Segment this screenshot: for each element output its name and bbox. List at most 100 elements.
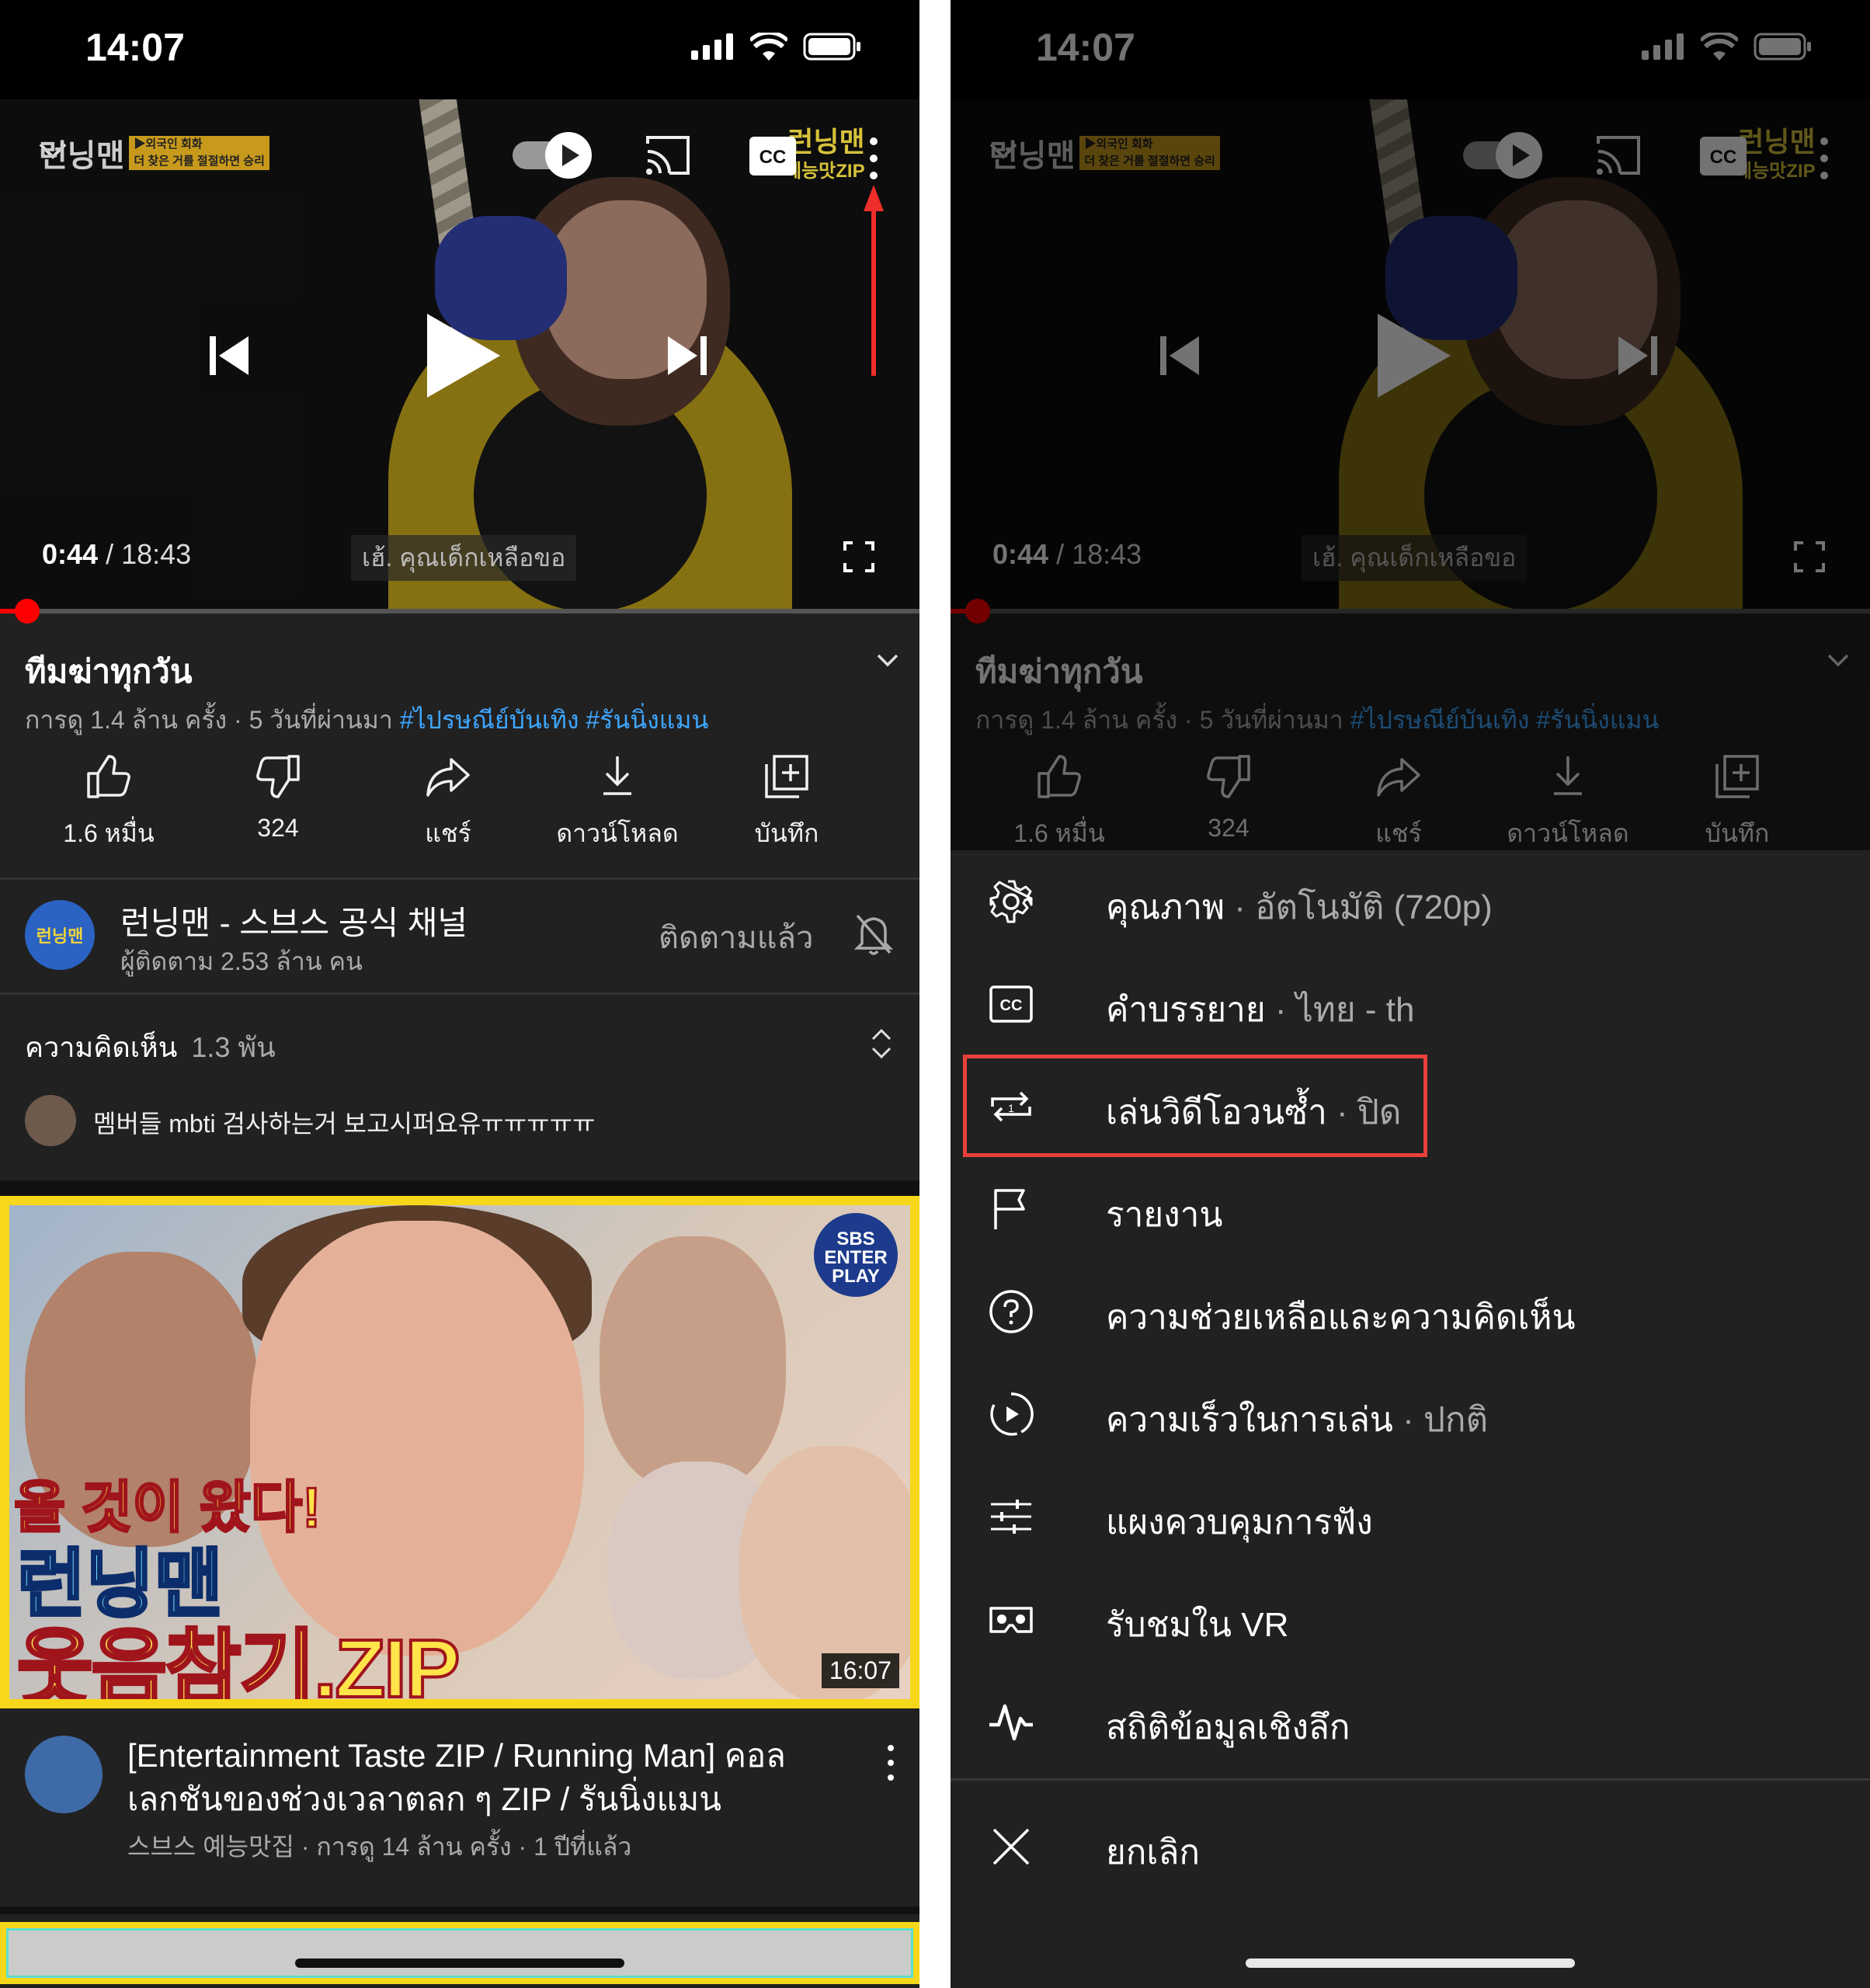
duration: 18:43 bbox=[121, 538, 192, 570]
channel-avatar[interactable]: 런닝맨 bbox=[25, 900, 95, 970]
divider bbox=[951, 1778, 1870, 1781]
channel-watermark: 런닝맨 ▶외국인 회화 더 찾은 거를 절절하면 승리 bbox=[39, 130, 269, 176]
like-button[interactable]: 1.6 หมื่น bbox=[31, 753, 186, 853]
battery-icon bbox=[803, 33, 860, 61]
watermark-tag-1: ▶외국인 회화 bbox=[129, 136, 269, 153]
status-icons bbox=[691, 33, 862, 61]
video-title[interactable]: ทีมฆ่าทุกวัน bbox=[25, 646, 193, 697]
menu-item-help-feedback[interactable]: ความช่วยเหลือและความคิดเห็น bbox=[951, 1260, 1870, 1363]
menu-item-value: · อัตโนมัติ (720p) bbox=[1224, 888, 1493, 926]
share-button[interactable]: แชร์ bbox=[370, 753, 526, 853]
menu-item-stats-for-nerds[interactable]: สถิติข้อมูลเชิงลึก bbox=[951, 1670, 1870, 1773]
corner-logo-line-2: 예능맛ZIP bbox=[784, 161, 865, 182]
next-video-thumbnail-2[interactable] bbox=[0, 1922, 919, 1984]
share-icon bbox=[426, 758, 470, 797]
dislike-icon bbox=[256, 755, 300, 798]
prev-icon[interactable] bbox=[202, 328, 256, 383]
comments-section[interactable]: ความคิดเห็น 1.3 พัน 멤버들 mbti 검사하는거 보고시퍼요유… bbox=[0, 994, 919, 1173]
cast-icon[interactable] bbox=[645, 134, 691, 176]
svg-text:CC: CC bbox=[759, 147, 787, 168]
home-indicator[interactable] bbox=[295, 1958, 624, 1968]
stats-icon bbox=[989, 1704, 1033, 1741]
dislike-button[interactable]: 324 bbox=[200, 753, 356, 843]
playback-speed-icon bbox=[990, 1392, 1034, 1436]
notification-bell-off-icon[interactable] bbox=[854, 912, 893, 956]
progress-scrubber[interactable] bbox=[14, 599, 40, 624]
subscriber-count: ผู้ติดตาม 2.53 ล้าน คน bbox=[120, 947, 363, 975]
cc-icon: CC bbox=[989, 985, 1033, 1023]
vr-icon bbox=[989, 1607, 1033, 1633]
video-meta: การดู 1.4 ล้าน ครั้ง · 5 วันที่ผ่านมา #ไ… bbox=[25, 700, 708, 740]
save-label: บันทึก bbox=[754, 819, 819, 847]
help-icon bbox=[989, 1290, 1033, 1333]
home-indicator[interactable] bbox=[1246, 1958, 1575, 1968]
menu-item-label: คุณภาพ bbox=[1106, 888, 1225, 926]
cancel-label: ยกเลิก bbox=[1106, 1833, 1201, 1872]
cancel-button[interactable]: ยกเลิก bbox=[951, 1795, 1870, 1898]
like-icon bbox=[87, 755, 130, 798]
like-count: 1.6 หมื่น bbox=[63, 819, 155, 847]
next-video-title[interactable]: [Entertainment Taste ZIP / Running Man] … bbox=[127, 1734, 826, 1821]
sbs-badge: SBS ENTER PLAY bbox=[814, 1213, 898, 1297]
close-icon bbox=[992, 1828, 1030, 1865]
menu-item-label: รับชมใน VR bbox=[1106, 1606, 1289, 1644]
more-vert-icon[interactable] bbox=[885, 1743, 896, 1782]
save-button[interactable]: บันทึก bbox=[709, 753, 864, 853]
dislike-count: 324 bbox=[257, 814, 299, 842]
modal-scrim[interactable] bbox=[951, 0, 1870, 850]
menu-item-label: รายงาน bbox=[1106, 1196, 1223, 1234]
video-options-screen: 14:07 런닝맨 ▶외국인 회화 더 찾은 거를 절절하면 승리 런닝맨 예능… bbox=[951, 0, 1870, 1988]
watermark-text: 런닝맨 bbox=[39, 139, 125, 173]
action-bar: 1.6 หมื่น 324 แชร์ ดาวน์โหลด บันทึก bbox=[0, 753, 919, 854]
video-player[interactable]: 런닝맨 ▶외국인 회화 더 찾은 거를 절절하면 승리 런닝맨 예능맛ZIP C… bbox=[0, 99, 919, 612]
menu-item-quality[interactable]: คุณภาพ · อัตโนมัติ (720p) bbox=[951, 850, 1870, 953]
menu-item-watch-in-vr[interactable]: รับชมใน VR bbox=[951, 1568, 1870, 1670]
next-video-thumbnail[interactable]: SBS ENTER PLAY 올 것이 왔다! 런닝맨 웃음참기.ZIP 16:… bbox=[0, 1196, 919, 1708]
save-icon bbox=[765, 755, 808, 798]
channel-avatar[interactable] bbox=[25, 1736, 103, 1813]
next-icon[interactable] bbox=[660, 328, 714, 383]
hashtag-link[interactable]: #ไปรษณีย์บันเทิง bbox=[400, 706, 579, 734]
play-icon[interactable] bbox=[419, 309, 505, 402]
download-button[interactable]: ดาวน์โหลด bbox=[540, 753, 695, 853]
expand-comments-icon[interactable] bbox=[870, 1027, 893, 1061]
wifi-icon bbox=[750, 33, 787, 61]
subscribed-button[interactable]: ติดตามแล้ว bbox=[659, 912, 814, 962]
gear-icon bbox=[989, 880, 1033, 923]
menu-item-value: · ไทย - th bbox=[1265, 991, 1415, 1029]
status-time: 14:07 bbox=[85, 26, 185, 69]
top-comment: 멤버들 mbti 검사하는거 보고시퍼요유ㅠㅠㅠㅠㅠ bbox=[93, 1110, 596, 1138]
video-watch-screen: 14:07 런닝맨 ▶외국인 회화 더 찾은 거를 절절하면 승리 런닝맨 예능… bbox=[0, 0, 919, 1988]
more-vert-icon[interactable] bbox=[862, 134, 885, 183]
thumbnail-text-3: 웃음참기.ZIP bbox=[16, 1621, 461, 1699]
comments-header: ความคิดเห็น 1.3 พัน bbox=[25, 1025, 276, 1069]
cc-icon[interactable]: CC bbox=[749, 137, 796, 176]
equalizer-icon bbox=[991, 1500, 1031, 1534]
menu-item-report[interactable]: รายงาน bbox=[951, 1158, 1870, 1260]
subtitle-caption: เฮ้. คุณเด็กเหลือขอ bbox=[351, 535, 577, 581]
comments-title: ความคิดเห็น bbox=[25, 1031, 178, 1063]
commenter-avatar bbox=[25, 1095, 76, 1146]
menu-item-captions[interactable]: CC คำบรรยาย · ไทย - th bbox=[951, 953, 1870, 1055]
channel-row[interactable]: 런닝맨 런닝맨 - 스브스 공식 채널 ผู้ติดตาม 2.53 ล้าน … bbox=[0, 881, 919, 990]
download-label: ดาวน์โหลด bbox=[556, 819, 679, 847]
expand-description-icon[interactable] bbox=[876, 652, 899, 668]
corner-logo-line-1: 런닝맨 bbox=[787, 126, 865, 158]
menu-item-value: · ปกติ bbox=[1392, 1401, 1489, 1439]
next-video-info[interactable]: [Entertainment Taste ZIP / Running Man] … bbox=[0, 1712, 919, 1861]
menu-item-label: ความเร็วในการเล่น bbox=[1106, 1401, 1393, 1439]
menu-item-label: คำบรรยาย bbox=[1106, 991, 1266, 1029]
comments-count: 1.3 พัน bbox=[191, 1031, 276, 1063]
cellular-signal-icon bbox=[691, 33, 733, 60]
menu-item-playback-speed[interactable]: ความเร็วในการเล่น · ปกติ bbox=[951, 1363, 1870, 1465]
menu-item-listening-controls[interactable]: แผงควบคุมการฟัง bbox=[951, 1465, 1870, 1568]
progress-bar[interactable] bbox=[0, 599, 919, 624]
channel-name[interactable]: 런닝맨 - 스브스 공식 채널 bbox=[120, 897, 467, 944]
view-count: การดู 1.4 ล้าน ครั้ง · 5 วันที่ผ่านมา bbox=[25, 706, 393, 734]
fullscreen-icon[interactable] bbox=[843, 541, 874, 572]
share-label: แชร์ bbox=[425, 819, 471, 847]
video-duration-badge: 16:07 bbox=[821, 1653, 899, 1688]
download-icon bbox=[603, 756, 631, 795]
autoplay-toggle-icon[interactable] bbox=[513, 130, 593, 180]
hashtag-link[interactable]: #รันนิ่งแมน bbox=[586, 706, 708, 734]
